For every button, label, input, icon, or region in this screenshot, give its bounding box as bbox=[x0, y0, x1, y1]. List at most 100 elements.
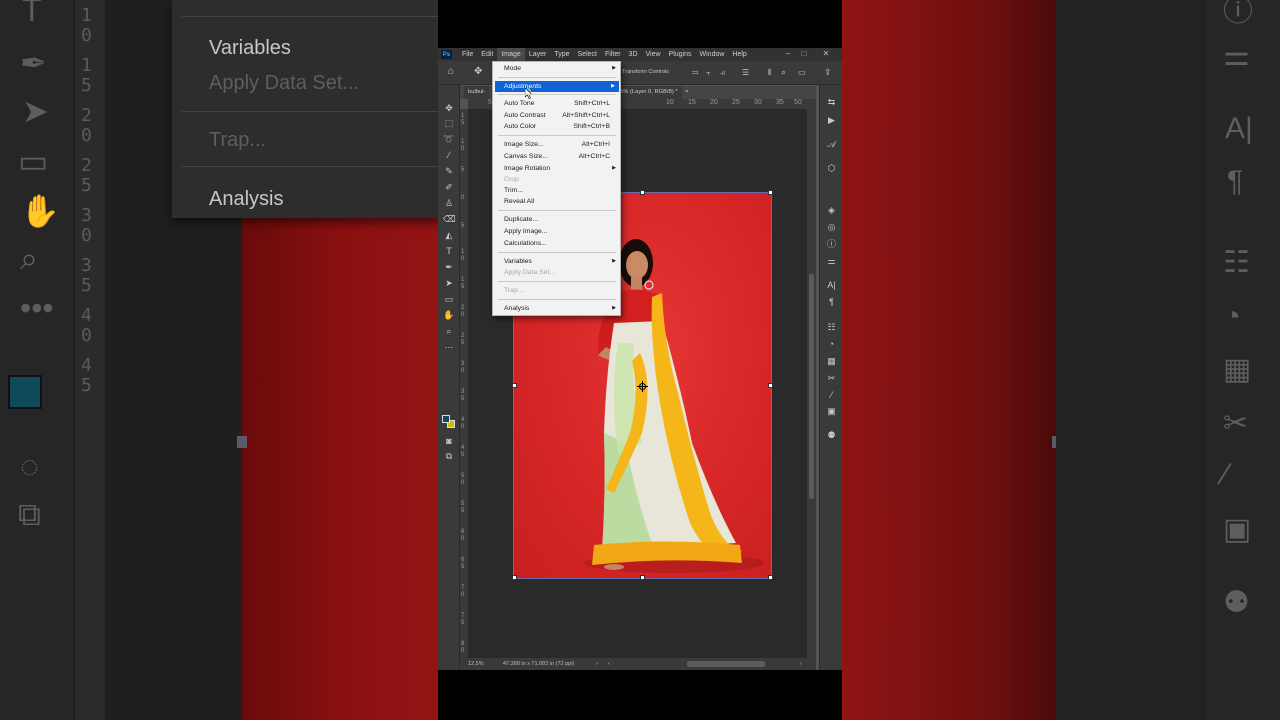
ruler-tick-label: 1 0 bbox=[461, 249, 465, 262]
menu-item-variables[interactable]: Variables ▶ bbox=[493, 256, 620, 267]
layers-icon[interactable]: ◈ bbox=[825, 204, 838, 216]
close-icon[interactable]: ✕ bbox=[816, 48, 836, 61]
marquee-icon[interactable]: ⬚ bbox=[443, 117, 455, 129]
align-right-icon[interactable]: ⫣ bbox=[720, 68, 725, 78]
menu-item-auto-color[interactable]: Auto Color Shift+Ctrl+B bbox=[493, 121, 620, 132]
notes-icon[interactable]: ▣ bbox=[825, 405, 838, 417]
document-info[interactable]: 47.389 in x 71.083 in (72 ppi) bbox=[503, 661, 574, 667]
document-tab-active[interactable]: 5% (Layer 0, RGB/8) * bbox=[616, 86, 682, 99]
search-icon[interactable]: ⌕ bbox=[781, 67, 786, 78]
foreground-color[interactable] bbox=[442, 415, 450, 423]
align-left-icon[interactable]: ⫤ bbox=[692, 68, 698, 78]
type-icon[interactable]: T bbox=[443, 245, 455, 257]
align-center-icon[interactable]: ⫟ bbox=[706, 68, 711, 78]
menu-item-auto-tone[interactable]: Auto Tone Shift+Ctrl+L bbox=[493, 98, 620, 109]
path-select-icon[interactable]: ➤ bbox=[443, 277, 455, 289]
document-tab[interactable]: bulbul- bbox=[464, 86, 490, 99]
distribute-icon[interactable]: ☰ bbox=[742, 68, 749, 77]
channels-icon[interactable]: ◎ bbox=[825, 221, 838, 233]
hand-icon[interactable]: ✋ bbox=[443, 309, 455, 321]
menu-3d[interactable]: 3D bbox=[625, 48, 642, 61]
chevron-right-icon[interactable]: › bbox=[800, 661, 802, 667]
character-icon[interactable]: A| bbox=[825, 279, 838, 291]
menu-help[interactable]: Help bbox=[728, 48, 750, 61]
menu-edit[interactable]: Edit bbox=[477, 48, 497, 61]
zoom-icon[interactable]: ⌕ bbox=[443, 325, 455, 337]
lasso-icon[interactable]: ➰ bbox=[443, 133, 455, 145]
chevron-left-icon[interactable]: ‹ bbox=[608, 661, 610, 667]
menu-item-reveal-all[interactable]: Reveal All bbox=[493, 196, 620, 207]
transform-handle[interactable] bbox=[640, 190, 645, 195]
stamp-icon[interactable]: ⚉ bbox=[825, 429, 838, 441]
menu-item-apply-image[interactable]: Apply Image... bbox=[493, 226, 620, 237]
screen-mode-icon[interactable]: ⧉ bbox=[443, 450, 455, 462]
more-icon[interactable]: ⋯ bbox=[443, 341, 455, 353]
quick-mask-icon[interactable]: ◙ bbox=[443, 435, 455, 447]
home-icon[interactable]: ⌂ bbox=[448, 66, 454, 77]
grid-icon[interactable]: ▦ bbox=[825, 355, 838, 367]
menu-item-image-size[interactable]: Image Size... Alt+Ctrl+I bbox=[493, 139, 620, 150]
workspace-icon[interactable]: ▭ bbox=[798, 68, 806, 77]
adjustments-icon[interactable]: ⚌ bbox=[825, 255, 838, 267]
separator bbox=[498, 210, 616, 211]
menu-item-canvas-size[interactable]: Canvas Size... Alt+Ctrl+C bbox=[493, 151, 620, 162]
menu-item-label: Calculations... bbox=[504, 240, 547, 247]
menu-item-adjustments[interactable]: Adjustments ▶ bbox=[495, 81, 619, 92]
eyedropper-icon[interactable]: ✎ bbox=[443, 165, 455, 177]
menu-layer[interactable]: Layer bbox=[525, 48, 551, 61]
properties-icon[interactable]: ☷ bbox=[825, 321, 838, 333]
menu-item-duplicate[interactable]: Duplicate... bbox=[493, 214, 620, 225]
transform-controls-label[interactable]: Transform Controls bbox=[622, 69, 669, 75]
scroll-thumb[interactable] bbox=[809, 274, 814, 499]
menu-file[interactable]: File bbox=[458, 48, 477, 61]
menu-type[interactable]: Type bbox=[550, 48, 573, 61]
gradient-icon[interactable]: ◭ bbox=[443, 229, 455, 241]
maximize-icon[interactable]: □ bbox=[794, 48, 814, 61]
chevron-right-icon[interactable]: › bbox=[596, 661, 598, 667]
stamp-icon[interactable]: ♙ bbox=[443, 197, 455, 209]
tools-icon[interactable]: ✂ bbox=[825, 372, 838, 384]
pen-icon[interactable]: ✒ bbox=[443, 261, 455, 273]
3d-icon[interactable]: ⬡ bbox=[825, 162, 838, 174]
menu-item-mode[interactable]: Mode ▶ bbox=[493, 63, 620, 74]
paragraph-icon[interactable]: ¶ bbox=[825, 296, 838, 308]
rectangle-icon[interactable]: ▭ bbox=[443, 293, 455, 305]
quick-mask-icon: ◌ bbox=[20, 448, 40, 484]
quick-select-icon[interactable]: ⁄ bbox=[443, 149, 455, 161]
transform-handle[interactable] bbox=[512, 383, 517, 388]
move-tool-icon[interactable]: ✥ bbox=[443, 102, 455, 114]
menu-select[interactable]: Select bbox=[574, 48, 601, 61]
eraser-icon[interactable]: ⌫ bbox=[443, 213, 456, 225]
menu-plugins[interactable]: Plugins bbox=[665, 48, 696, 61]
vertical-scrollbar[interactable] bbox=[807, 109, 816, 658]
info-icon[interactable]: ⓘ bbox=[825, 238, 838, 250]
menu-item-trim[interactable]: Trim... bbox=[493, 185, 620, 196]
play-icon[interactable]: ▶ bbox=[825, 114, 838, 126]
move-icon[interactable]: ✥ bbox=[474, 66, 482, 77]
zoom-level[interactable]: 12.5% bbox=[468, 661, 484, 667]
close-tab-icon[interactable]: × bbox=[685, 86, 688, 99]
transform-handle[interactable] bbox=[640, 575, 645, 580]
distribute-columns-icon[interactable]: ⫴ bbox=[768, 68, 771, 78]
menu-item-analysis[interactable]: Analysis ▶ bbox=[493, 303, 620, 314]
transform-handle[interactable] bbox=[512, 575, 517, 580]
brush-icon[interactable]: ✐ bbox=[443, 181, 455, 193]
menu-filter[interactable]: Filter bbox=[601, 48, 625, 61]
glyphs-icon[interactable]: 𝒜 bbox=[825, 138, 838, 150]
menu-image[interactable]: Image bbox=[497, 48, 525, 61]
menu-item-calculations[interactable]: Calculations... bbox=[493, 238, 620, 249]
transform-handle[interactable] bbox=[768, 383, 773, 388]
menu-view[interactable]: View bbox=[642, 48, 665, 61]
history-icon[interactable]: ⇆ bbox=[825, 96, 838, 108]
menu-item-image-rotation[interactable]: Image Rotation ▶ bbox=[493, 163, 620, 174]
swatches-icon[interactable]: ◔ bbox=[825, 338, 838, 350]
ruler-tick-label: 10 bbox=[666, 99, 674, 106]
menu-item-auto-contrast[interactable]: Auto Contrast Alt+Shift+Ctrl+L bbox=[493, 110, 620, 121]
horizontal-scroll-thumb[interactable] bbox=[687, 661, 765, 667]
transform-handle[interactable] bbox=[768, 575, 773, 580]
zoomed-panel-strip: ⓘ ⚌ A| ¶ ☷ ◔ ▦ ✂ ⁄ ▣ ⚉ bbox=[1204, 0, 1280, 720]
brush-icon[interactable]: ⁄ bbox=[825, 389, 838, 401]
share-icon[interactable]: ⇪ bbox=[824, 67, 832, 78]
menu-window[interactable]: Window bbox=[696, 48, 729, 61]
transform-handle[interactable] bbox=[768, 190, 773, 195]
